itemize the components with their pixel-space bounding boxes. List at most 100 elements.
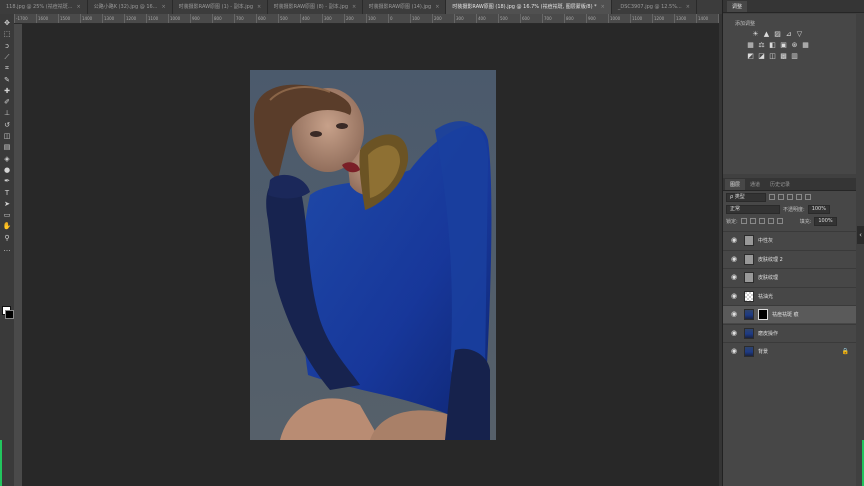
layer-filter-select[interactable]: ρ 类型 [726, 192, 766, 202]
close-tab-icon[interactable]: × [601, 0, 605, 14]
document-tab[interactable]: 时装摄影RAW原图 (18).jpg @ 16.7% (祛痘祛斑, 图层蒙版/8… [446, 0, 612, 14]
visibility-eye-icon[interactable]: ◉ [731, 292, 738, 300]
layer-thumbnail[interactable] [744, 235, 754, 246]
dodge-tool-icon[interactable]: ● [2, 165, 12, 175]
close-tab-icon[interactable]: × [435, 0, 439, 14]
lock-label: 锁定: [726, 218, 738, 225]
filter-smart-icon[interactable] [805, 194, 811, 200]
crop-tool-icon[interactable]: ⌗ [2, 63, 12, 73]
path-select-tool-icon[interactable]: ➤ [2, 199, 12, 209]
adjustment-row2-4-icon[interactable]: ⊛ [790, 41, 799, 49]
layer-row[interactable]: ◉ 皮肤纹理 [723, 268, 856, 286]
close-tab-icon[interactable]: × [76, 0, 80, 14]
move-tool-icon[interactable]: ✥ [2, 18, 12, 28]
adjustment-row1-4-icon[interactable]: ▽ [795, 30, 804, 38]
layer-row[interactable]: ◉ 磨皮操作 [723, 323, 856, 342]
filter-adjust-icon[interactable] [778, 194, 784, 200]
filter-pixel-icon[interactable] [769, 194, 775, 200]
lasso-tool-icon[interactable]: ↄ [2, 41, 12, 51]
layer-row[interactable]: ◉ 皮肤纹理 2 [723, 249, 856, 268]
close-tab-icon[interactable]: × [161, 0, 165, 14]
healing-brush-tool-icon[interactable]: ✚ [2, 86, 12, 96]
adjustment-row1-3-icon[interactable]: ⊿ [784, 30, 793, 38]
adjustment-row2-3-icon[interactable]: ▣ [779, 41, 788, 49]
lock-position-icon[interactable] [758, 218, 765, 224]
opacity-input[interactable]: 100% [807, 204, 830, 214]
layer-thumbnail[interactable] [744, 290, 754, 302]
adjustment-row2-0-icon[interactable]: ▦ [746, 41, 755, 49]
visibility-eye-icon[interactable]: ◉ [731, 237, 738, 244]
document-tab[interactable]: 时装摄影RAW原图 (1) - 副本.jpg × [173, 0, 268, 14]
brush-tool-icon[interactable]: ✐ [2, 97, 12, 107]
tab-layers-2[interactable]: 历史记录 [765, 179, 795, 190]
ruler-mark: 1400 [696, 14, 718, 23]
filter-shape-icon[interactable] [796, 194, 802, 200]
blur-tool-icon[interactable]: ◈ [2, 154, 12, 164]
layer-row[interactable]: ◉ 中性灰 [723, 231, 856, 249]
marquee-tool-icon[interactable]: ⬚ [2, 29, 12, 39]
eyedropper-tool-icon[interactable]: ✎ [2, 75, 12, 85]
adjustment-row1-2-icon[interactable]: ▨ [773, 30, 782, 38]
lock-all-icon[interactable] [776, 218, 783, 224]
document-tab[interactable]: 118.jpg @ 25% (祛痘祛斑... × [0, 0, 88, 14]
zoom-tool-icon[interactable]: ⚲ [2, 233, 12, 243]
adjustment-row3-1-icon[interactable]: ◪ [757, 52, 766, 60]
close-tab-icon[interactable]: × [686, 0, 690, 14]
layer-row[interactable]: ◉ 祛油光 [723, 286, 856, 305]
close-tab-icon[interactable]: × [257, 0, 261, 14]
visibility-eye-icon[interactable]: ◉ [731, 348, 738, 355]
visibility-eye-icon[interactable]: ◉ [731, 274, 738, 281]
quick-select-tool-icon[interactable]: ⟋ [2, 52, 12, 62]
visibility-eye-icon[interactable]: ◉ [731, 329, 738, 337]
ruler-mark: 500 [278, 14, 300, 23]
document-image[interactable] [250, 70, 496, 440]
collapse-panel-icon[interactable]: ‹ [857, 226, 864, 244]
adjustment-row3-2-icon[interactable]: ◫ [768, 52, 777, 60]
tab-adjustments[interactable]: 调整 [727, 1, 748, 12]
document-tab[interactable]: _DSC3907.jpg @ 12.5%... × [612, 0, 697, 14]
tab-layers-1[interactable]: 通道 [745, 179, 765, 190]
layers-panel-header: 图层 通道 历史记录 [723, 178, 856, 191]
pen-tool-icon[interactable]: ✒ [2, 176, 12, 186]
layer-thumbnail[interactable] [744, 327, 754, 339]
layer-thumbnail[interactable] [744, 272, 754, 283]
lock-artboard-icon[interactable] [767, 218, 774, 224]
blend-mode-select[interactable]: 正常 [726, 204, 780, 214]
visibility-eye-icon[interactable]: ◉ [731, 311, 738, 318]
close-tab-icon[interactable]: × [352, 0, 356, 14]
type-tool-icon[interactable]: T [2, 188, 12, 198]
tab-layers-0[interactable]: 图层 [725, 179, 746, 190]
lock-transparent-icon[interactable] [740, 218, 747, 224]
document-tab[interactable]: 时装摄影RAW原图 (8) - 副本.jpg × [268, 0, 363, 14]
layer-row[interactable]: ◉ 祛痘祛斑 痕 [723, 305, 856, 323]
adjustment-row3-0-icon[interactable]: ◩ [746, 52, 755, 60]
lock-pixels-icon[interactable] [749, 218, 756, 224]
adjustment-row3-4-icon[interactable]: ▥ [790, 52, 799, 60]
adjustment-row2-2-icon[interactable]: ◧ [768, 41, 777, 49]
shape-tool-icon[interactable]: ▭ [2, 210, 12, 220]
layer-thumbnail[interactable] [744, 309, 754, 320]
filter-type-icon[interactable] [787, 194, 793, 200]
document-tab[interactable]: 公路小路K (32).jpg @ 16... × [88, 0, 173, 14]
fill-input[interactable]: 100% [814, 216, 837, 226]
adjustment-row2-5-icon[interactable]: ▦ [801, 41, 810, 49]
background-color-swatch[interactable] [5, 310, 14, 319]
history-brush-tool-icon[interactable]: ↺ [2, 120, 12, 130]
adjustment-row3-3-icon[interactable]: ▩ [779, 52, 788, 60]
clone-stamp-tool-icon[interactable]: ⊥ [2, 108, 12, 118]
hand-tool-icon[interactable]: ✋ [2, 221, 12, 231]
layer-row[interactable]: ◉ 背景 🔒 [723, 342, 856, 360]
more-tools-icon[interactable]: … [2, 244, 12, 254]
gradient-tool-icon[interactable]: ▤ [2, 142, 12, 152]
adjustment-row1-1-icon[interactable]: ▲ [762, 30, 771, 38]
adjustments-panel-header: 调整 [723, 0, 864, 13]
visibility-eye-icon[interactable]: ◉ [731, 255, 738, 263]
layer-thumbnail[interactable] [744, 253, 754, 265]
layer-name: 背景 [758, 349, 769, 355]
adjustment-row1-0-icon[interactable]: ☀ [751, 30, 760, 38]
layer-mask-thumbnail[interactable] [758, 309, 768, 320]
adjustment-row2-1-icon[interactable]: ⚖ [757, 41, 766, 49]
eraser-tool-icon[interactable]: ◫ [2, 131, 12, 141]
layer-thumbnail[interactable] [744, 346, 754, 357]
document-tab[interactable]: 时装摄影RAW原图 (14).jpg × [363, 0, 447, 14]
